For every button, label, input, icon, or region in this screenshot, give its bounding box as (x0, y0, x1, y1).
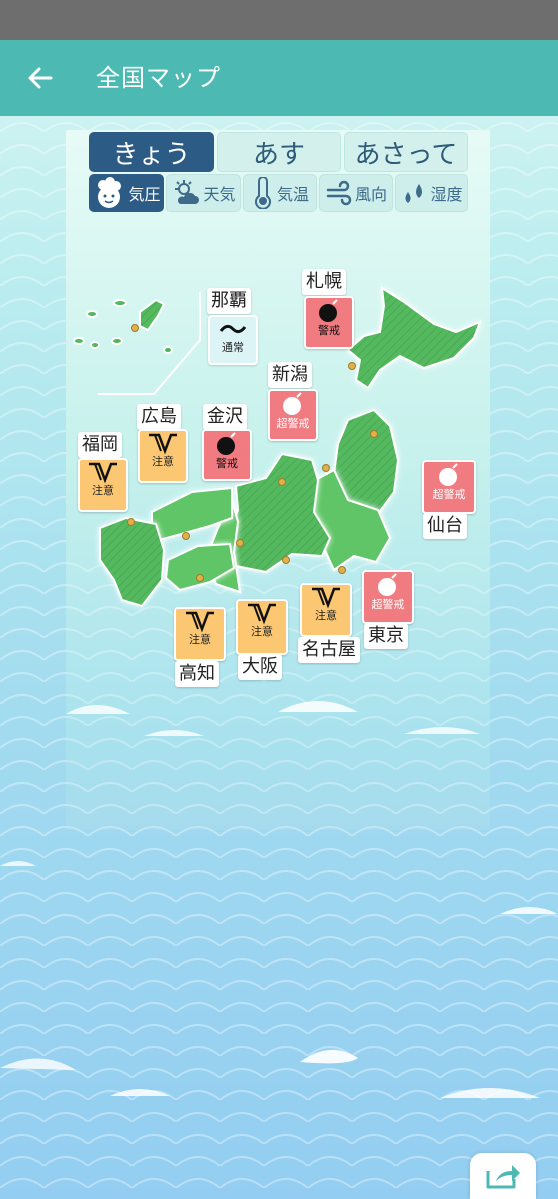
bomb-icon (439, 463, 458, 486)
city-label-sendai: 仙台 (423, 513, 467, 539)
bomb-icon (378, 573, 397, 596)
tab-day-after-tomorrow[interactable]: あさって (344, 132, 468, 172)
pressure-card-tokyo[interactable]: 超警戒 (362, 570, 414, 624)
pressure-card-naha[interactable]: 通常 (208, 315, 258, 365)
pressure-card-sendai[interactable]: 超警戒 (422, 460, 476, 514)
city-label-tokyo: 東京 (364, 623, 408, 649)
kyushu-region (99, 516, 166, 608)
pressure-level-fukuoka: 注意 (92, 484, 114, 497)
pressure-card-fukuoka[interactable]: 注意 (78, 458, 128, 512)
pressure-card-sapporo[interactable]: 警戒 (304, 296, 354, 349)
pressure-level-tokyo: 超警戒 (371, 598, 405, 611)
page-title: 全国マップ (96, 64, 221, 92)
tab-wind-label: 風向 (354, 185, 387, 204)
tab-humidity-label: 湿度 (430, 185, 463, 204)
pressure-card-nagoya[interactable]: 注意 (300, 583, 352, 637)
hokkaido-region (346, 286, 482, 390)
status-bar (0, 0, 558, 40)
tab-humidity[interactable]: 湿度 (395, 174, 468, 212)
pressure-card-kanazawa[interactable]: 警戒 (202, 429, 252, 481)
tab-temperature[interactable]: 気温 (243, 174, 317, 212)
pressure-level-osaka: 注意 (251, 625, 273, 638)
app-bar: 全国マップ (0, 40, 558, 116)
pressure-level-sapporo: 警戒 (318, 324, 340, 337)
tab-wind[interactable]: 風向 (319, 174, 393, 212)
pressure-card-hiroshima[interactable]: 注意 (138, 429, 188, 483)
pressure-level-kochi: 注意 (189, 633, 211, 646)
pressure-card-niigata[interactable]: 超警戒 (268, 389, 318, 441)
city-label-nagoya: 名古屋 (298, 637, 360, 663)
thermometer-icon (255, 177, 271, 209)
wind-icon (326, 180, 352, 206)
city-label-osaka: 大阪 (238, 654, 282, 680)
tab-temperature-label: 気温 (276, 185, 309, 204)
mascot-icon (98, 177, 122, 208)
pressure-card-kochi[interactable]: 注意 (174, 607, 226, 661)
tab-pressure[interactable]: 気圧 (89, 174, 164, 212)
pressure-level-naha: 通常 (222, 341, 244, 354)
city-label-niigata: 新潟 (268, 362, 312, 388)
tilde-icon (219, 324, 247, 334)
tab-weather[interactable]: 天気 (166, 174, 241, 212)
arrow-left-icon (28, 67, 53, 89)
tab-tomorrow[interactable]: あす (217, 132, 341, 172)
wave-icon (248, 603, 276, 625)
city-label-sapporo: 札幌 (302, 269, 346, 295)
tab-weather-label: 天気 (203, 185, 236, 204)
pressure-level-nagoya: 注意 (315, 609, 337, 622)
wave-icon (149, 433, 177, 455)
city-label-fukuoka: 福岡 (78, 432, 122, 458)
city-label-kochi: 高知 (175, 661, 219, 687)
city-label-kanazawa: 金沢 (203, 404, 247, 430)
back-button[interactable] (22, 60, 58, 96)
pressure-card-osaka[interactable]: 注意 (236, 599, 288, 655)
wave-icon (186, 611, 214, 633)
share-button[interactable] (470, 1153, 536, 1199)
tab-today[interactable]: きょう (89, 132, 214, 172)
share-icon (486, 1165, 520, 1189)
city-label-naha: 那覇 (207, 288, 251, 314)
bomb-icon (217, 432, 236, 455)
city-label-hiroshima: 広島 (137, 404, 181, 430)
wave-icon (312, 587, 340, 609)
sun-cloud-icon (175, 180, 200, 204)
pressure-level-sendai: 超警戒 (432, 488, 466, 501)
bomb-icon (283, 392, 302, 415)
pressure-level-hiroshima: 注意 (152, 455, 174, 468)
okinawa-islands (73, 298, 173, 354)
pressure-level-niigata: 超警戒 (276, 417, 310, 430)
wave-icon (89, 462, 117, 484)
droplets-icon (405, 184, 423, 203)
tab-pressure-label: 気圧 (128, 185, 161, 204)
pressure-level-kanazawa: 警戒 (216, 457, 238, 470)
bomb-icon (319, 299, 338, 322)
